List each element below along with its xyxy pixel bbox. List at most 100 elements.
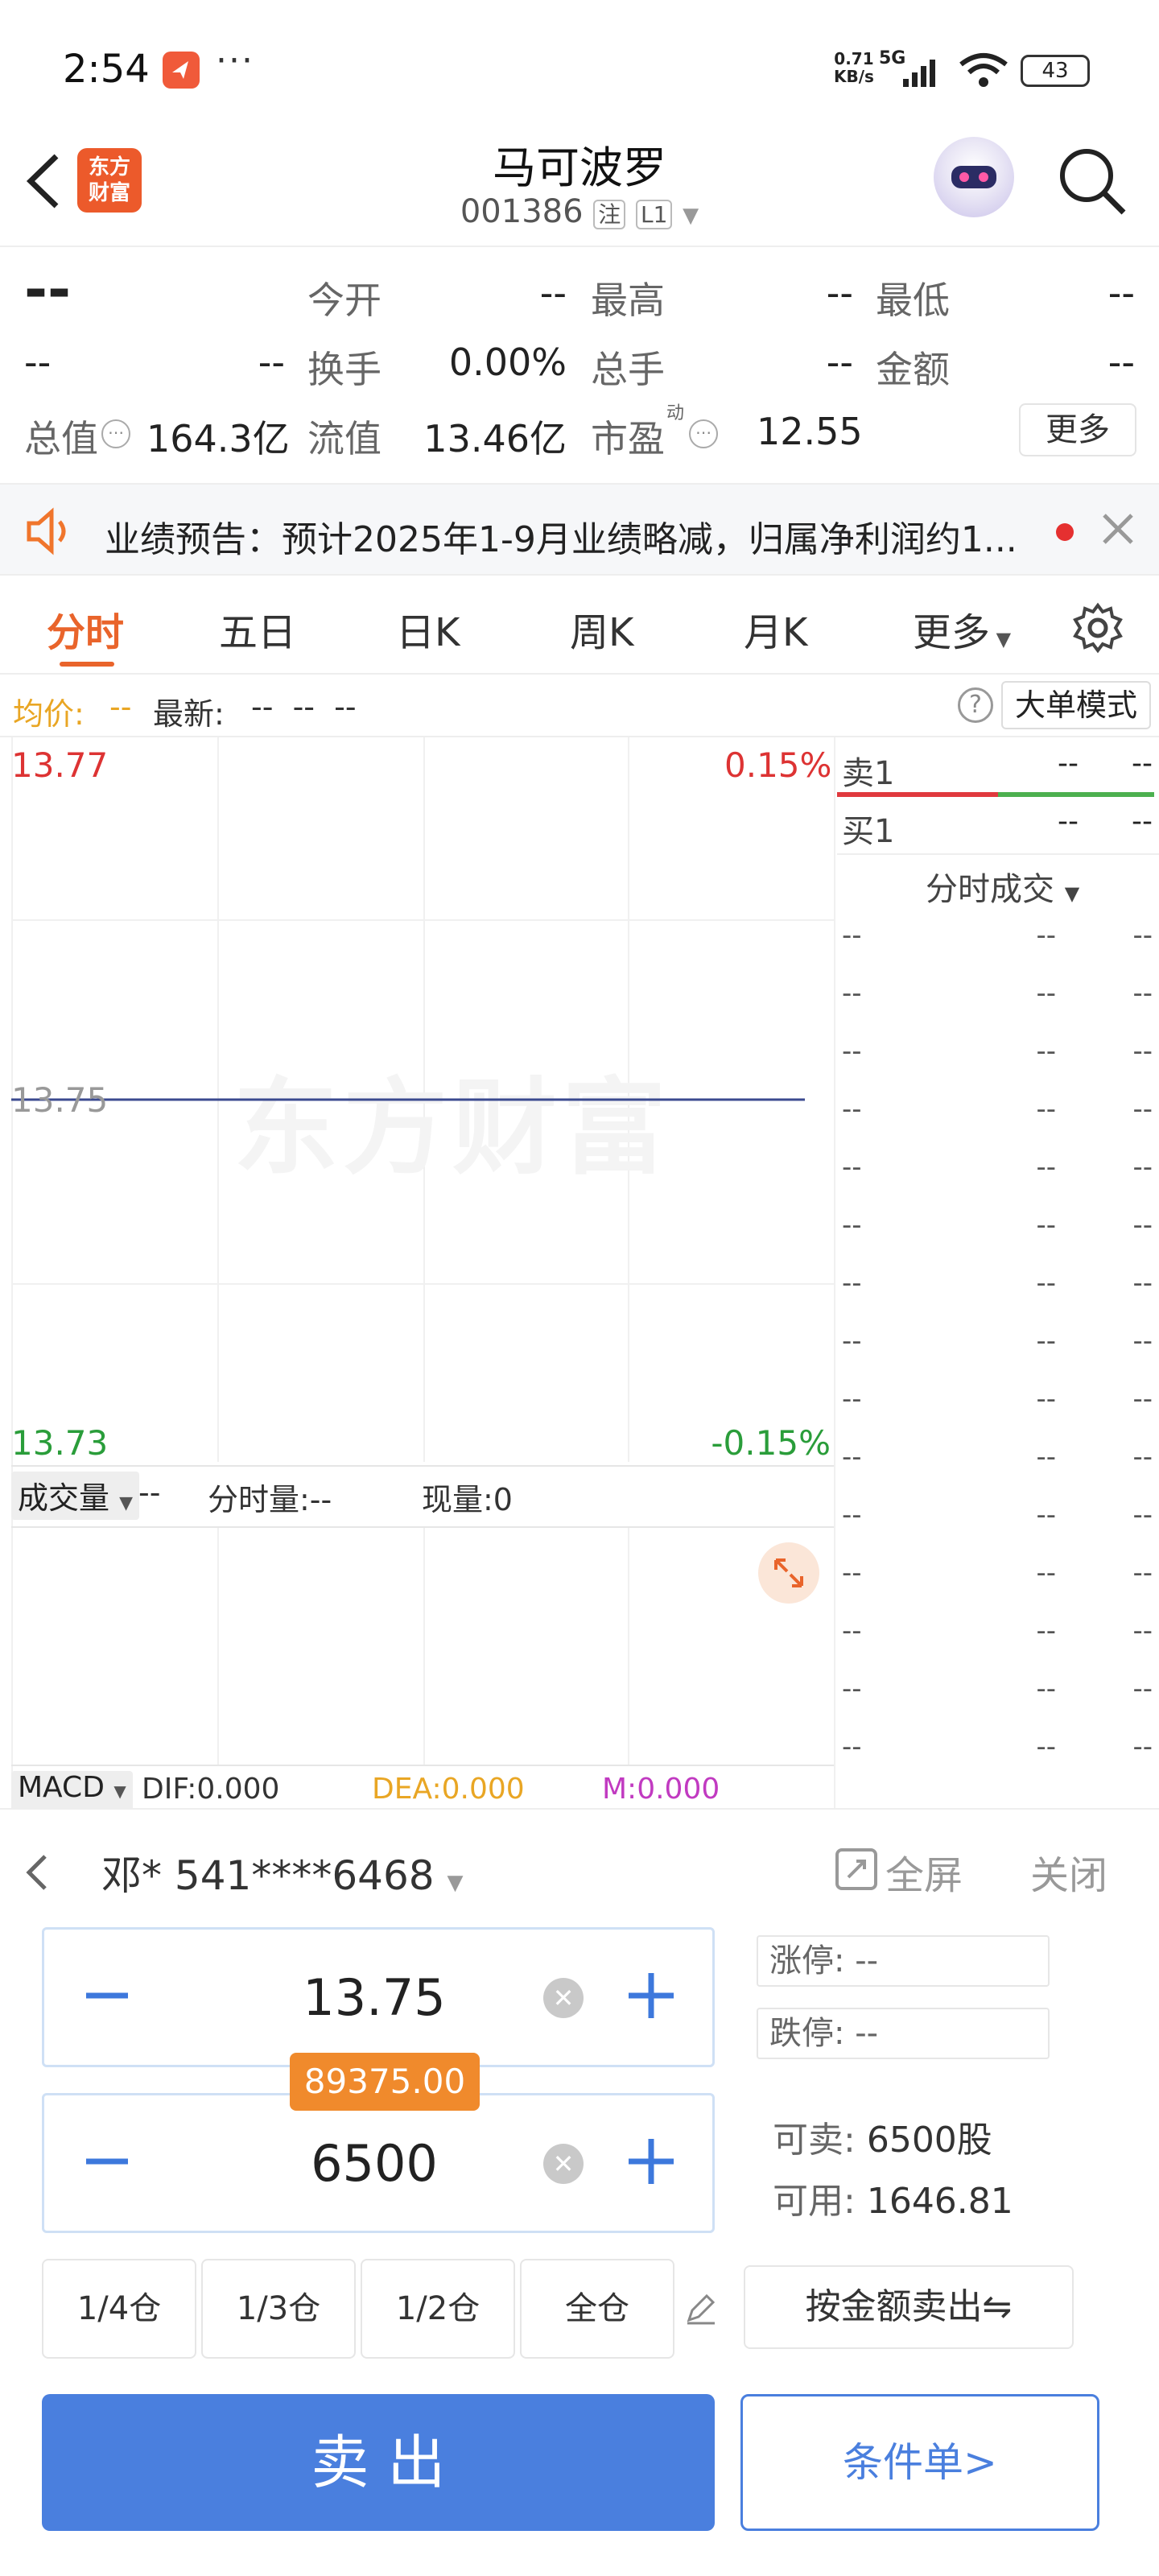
- ticks-title-label: 分时成交: [926, 871, 1054, 908]
- tab-five-day[interactable]: 五日: [219, 601, 296, 657]
- volume-select-chevron-icon: ▼: [119, 1493, 134, 1513]
- current-volume: 现量:0: [422, 1482, 513, 1517]
- account-selector[interactable]: 邓* 541****6468 ▼: [101, 1843, 463, 1901]
- tick-volume: --: [1132, 1673, 1153, 1705]
- tab-monthly-k[interactable]: 月K: [744, 601, 807, 657]
- sell-button[interactable]: 卖 出: [42, 2394, 715, 2531]
- tick-price: --: [1036, 919, 1056, 952]
- market-cap-value: 164.3亿: [146, 417, 290, 460]
- sell-volume-bar: [837, 792, 998, 797]
- sell1-label: 卖1: [842, 755, 895, 792]
- grid-line: [628, 1528, 629, 1765]
- info-icon[interactable]: ⋯: [101, 419, 130, 448]
- tick-volume: --: [1132, 1383, 1153, 1415]
- latest-value: -- -- --: [251, 689, 357, 724]
- open-label: 今开: [307, 279, 382, 322]
- close-panel-button[interactable]: 关闭: [1030, 1843, 1107, 1900]
- tick-price: --: [1036, 1615, 1056, 1647]
- tick-volume: --: [1132, 919, 1153, 952]
- tick-volume: --: [1132, 1035, 1153, 1067]
- position-full-button[interactable]: 全仓: [520, 2259, 674, 2359]
- pe-info-icon[interactable]: ⋯: [689, 419, 718, 448]
- volume-label: 总手: [591, 348, 665, 391]
- help-icon[interactable]: ?: [958, 687, 993, 723]
- status-time: 2:54: [63, 47, 150, 92]
- close-notice-icon[interactable]: [1098, 509, 1138, 552]
- robot-assistant-icon[interactable]: [934, 137, 1014, 217]
- price-minus-button[interactable]: [83, 1971, 131, 2023]
- tick-price: --: [1036, 1093, 1056, 1125]
- net-speed: 0.71 KB/s: [834, 50, 874, 85]
- net-speed-unit: KB/s: [834, 67, 874, 86]
- trade-back-icon[interactable]: [21, 1848, 53, 1900]
- price-axis-low: 13.73: [11, 1423, 109, 1463]
- wifi-icon: [958, 52, 1009, 93]
- tick-row: -- -- --: [837, 1383, 1159, 1431]
- more-button[interactable]: 更多: [1019, 403, 1136, 456]
- tick-price: --: [1036, 1035, 1056, 1067]
- notice-bar[interactable]: 业绩预告：预计2025年1-9月业绩略减，归属净利润约1...: [0, 483, 1159, 576]
- tick-volume: --: [1132, 1557, 1153, 1589]
- tab-more-chevron-icon: ▼: [990, 628, 1012, 650]
- clear-quantity-icon[interactable]: ✕: [543, 2144, 584, 2184]
- expand-chart-icon[interactable]: [758, 1542, 819, 1604]
- tick-row: -- -- --: [837, 919, 1159, 968]
- edit-icon[interactable]: [683, 2291, 718, 2330]
- price-plus-button[interactable]: [625, 1970, 677, 2025]
- volume-value: --: [138, 1475, 161, 1510]
- stock-code: 001386: [460, 193, 584, 230]
- quantity-plus-button[interactable]: [625, 2136, 677, 2190]
- quote-panel: -- 今开 -- 最高 -- 最低 -- -- -- 换手 0.00% 总手 -…: [0, 246, 1159, 479]
- ticks-title[interactable]: 分时成交 ▼: [926, 863, 1079, 910]
- settings-icon[interactable]: [1072, 602, 1124, 657]
- clear-price-icon[interactable]: ✕: [543, 1978, 584, 2018]
- intraday-chart[interactable]: 东方财富 13.77 13.75 13.73 0.15% -0.15% 成交量 …: [0, 737, 837, 1811]
- macd-indicator-select[interactable]: MACD ▼: [11, 1771, 133, 1811]
- tick-row: -- -- --: [837, 1209, 1159, 1257]
- available-row: 可用: 1646.81: [773, 2172, 1013, 2223]
- available-value: 1646.81: [866, 2181, 1013, 2222]
- position-half-button[interactable]: 1/2仓: [361, 2259, 515, 2359]
- tick-row: -- -- --: [837, 977, 1159, 1026]
- tick-volume: --: [1132, 1325, 1153, 1357]
- tick-price: --: [1036, 1325, 1056, 1357]
- conditional-order-button[interactable]: 条件单>: [740, 2394, 1099, 2531]
- tick-time: --: [842, 1325, 862, 1357]
- fullscreen-icon[interactable]: [834, 1847, 879, 1895]
- tick-row: -- -- --: [837, 1151, 1159, 1199]
- sellable-row: 可卖: 6500股: [773, 2111, 992, 2162]
- average-price-bar: 均价: -- 最新: -- -- -- ? 大单模式: [0, 675, 1159, 737]
- tab-minute[interactable]: 分时: [47, 601, 124, 657]
- tab-weekly-k[interactable]: 周K: [570, 601, 633, 657]
- tab-more[interactable]: 更多 ▼: [913, 601, 1011, 657]
- tick-row: -- -- --: [837, 1093, 1159, 1141]
- quantity-input[interactable]: 6500: [270, 2134, 479, 2193]
- tick-time: --: [842, 1615, 862, 1647]
- position-quarter-button[interactable]: 1/4仓: [42, 2259, 196, 2359]
- price-input[interactable]: 13.75: [270, 1968, 479, 2027]
- amount-tooltip: 89375.00: [290, 2053, 480, 2111]
- tab-daily-k[interactable]: 日K: [396, 601, 460, 657]
- low-value: --: [1107, 271, 1135, 315]
- search-icon[interactable]: [1056, 145, 1128, 221]
- tick-time: --: [842, 1151, 862, 1183]
- tick-row: -- -- --: [837, 1731, 1159, 1779]
- tick-time: --: [842, 919, 862, 952]
- quantity-minus-button[interactable]: [83, 2137, 131, 2189]
- tick-time: --: [842, 1499, 862, 1531]
- tick-volume: --: [1132, 1499, 1153, 1531]
- sell-by-amount-button[interactable]: 按金额卖出⇋: [744, 2265, 1074, 2349]
- big-order-mode-button[interactable]: 大单模式: [1001, 681, 1151, 729]
- pct-axis-high: 0.15%: [724, 745, 832, 785]
- macd-select-chevron-icon: ▼: [113, 1781, 126, 1801]
- volume-value: --: [826, 341, 853, 384]
- grid-line: [217, 1528, 219, 1765]
- tick-price: --: [1036, 1673, 1056, 1705]
- dropdown-icon: ▼: [683, 204, 699, 228]
- position-third-button[interactable]: 1/3仓: [201, 2259, 356, 2359]
- tick-time: --: [842, 1093, 862, 1125]
- sell1-volume: --: [1132, 747, 1153, 780]
- limit-down-value: --: [855, 2015, 879, 2052]
- fullscreen-button[interactable]: 全屏: [885, 1843, 963, 1900]
- volume-indicator-select[interactable]: 成交量 ▼: [11, 1472, 140, 1520]
